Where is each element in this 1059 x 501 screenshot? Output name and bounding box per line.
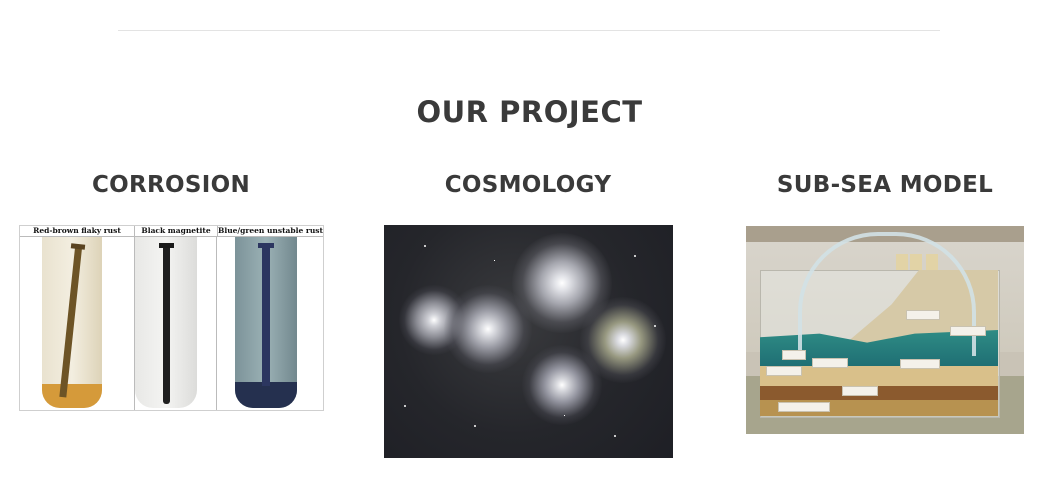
card-title-corrosion: CORROSION <box>91 172 251 198</box>
corrosion-col-label: Black magnetite <box>135 226 218 236</box>
model-label <box>906 310 940 320</box>
star <box>494 260 495 261</box>
star <box>634 255 636 257</box>
model-label <box>782 350 806 360</box>
model-label <box>778 402 830 412</box>
model-label <box>812 358 848 368</box>
card-title-cosmology: COSMOLOGY <box>444 172 612 198</box>
star <box>424 245 426 247</box>
card-title-sub-sea-model: SUB-SEA MODEL <box>776 172 994 198</box>
blue-nail <box>262 246 270 386</box>
sub-sea-model-image[interactable] <box>746 226 1024 434</box>
black-nail <box>163 246 170 404</box>
star <box>614 435 616 437</box>
model-label <box>842 386 878 396</box>
model-label <box>900 359 940 369</box>
top-divider <box>118 30 940 31</box>
corrosion-col-label: Red-brown flaky rust <box>20 226 135 236</box>
star <box>474 425 476 427</box>
cosmology-image[interactable] <box>384 225 673 458</box>
model-label <box>950 326 986 336</box>
star <box>654 325 656 327</box>
model-label <box>766 366 802 376</box>
corrosion-col-label: Blue/green unstable rust <box>218 226 323 235</box>
corrosion-table-header: Red-brown flaky rust Black magnetite Blu… <box>20 226 323 237</box>
star <box>404 405 406 407</box>
corrosion-image[interactable]: Red-brown flaky rust Black magnetite Blu… <box>19 225 324 411</box>
star <box>564 415 565 416</box>
section-title: OUR PROJECT <box>416 95 643 129</box>
galaxy <box>522 345 602 425</box>
